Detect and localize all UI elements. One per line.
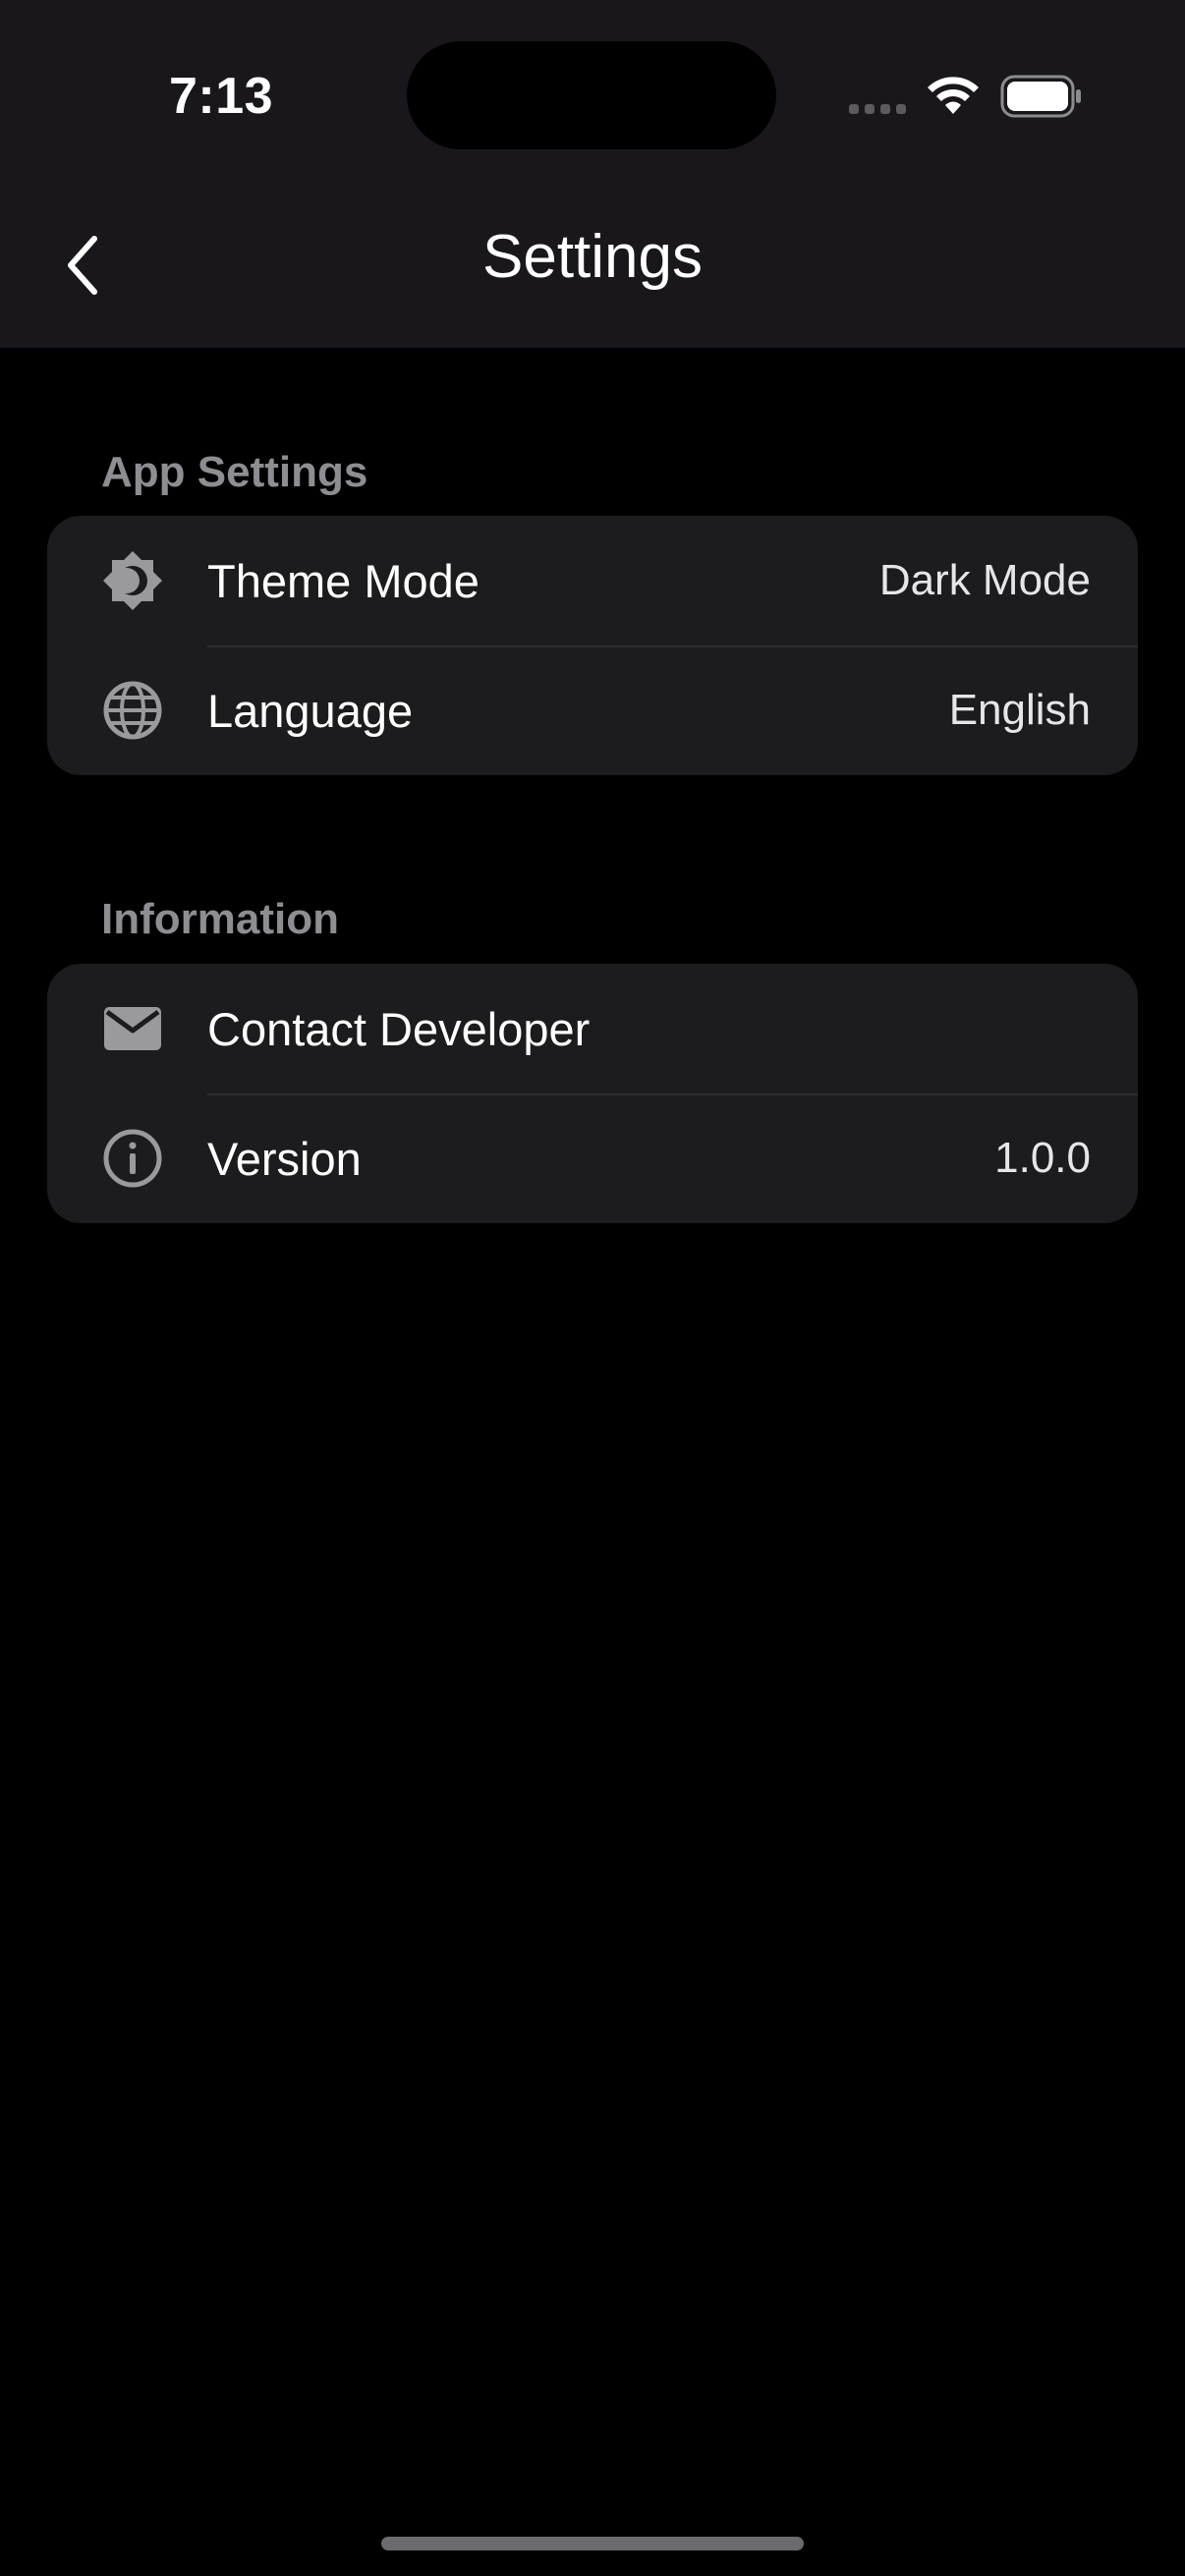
- contact-developer-row[interactable]: Contact Developer: [47, 964, 1138, 1093]
- theme-mode-label: Theme Mode: [207, 554, 480, 607]
- status-time: 7:13: [169, 68, 274, 125]
- battery-icon: [1000, 75, 1081, 118]
- contact-developer-label: Contact Developer: [207, 1002, 591, 1055]
- theme-mode-value: Dark Mode: [878, 556, 1091, 604]
- theme-mode-row[interactable]: Theme Mode Dark Mode: [47, 516, 1138, 645]
- section-header-app-settings: App Settings: [101, 448, 368, 496]
- page-title: Settings: [481, 223, 704, 291]
- app-settings-card: Theme Mode Dark Mode Language English: [47, 516, 1138, 775]
- info-icon: [101, 1127, 164, 1190]
- dynamic-island: [407, 41, 776, 149]
- information-card: Contact Developer Version 1.0.0: [47, 964, 1138, 1223]
- wifi-icon: [928, 77, 979, 114]
- version-value: 1.0.0: [994, 1134, 1091, 1182]
- section-header-information: Information: [101, 895, 339, 943]
- language-label: Language: [207, 684, 414, 737]
- cellular-signal-icon: [849, 104, 906, 114]
- theme-mode-icon: [101, 549, 164, 612]
- language-value: English: [948, 686, 1091, 734]
- version-label: Version: [207, 1132, 362, 1185]
- row-divider: [207, 645, 1138, 647]
- top-bar: 7:13 Settings: [0, 0, 1185, 348]
- mail-icon: [101, 997, 164, 1060]
- settings-screen: 7:13 Settings App Settings Theme Mode Da…: [0, 0, 1185, 2576]
- home-indicator[interactable]: [381, 2537, 804, 2550]
- language-row[interactable]: Language English: [47, 645, 1138, 775]
- version-row: Version 1.0.0: [47, 1093, 1138, 1223]
- globe-icon: [101, 679, 164, 742]
- row-divider: [207, 1093, 1138, 1095]
